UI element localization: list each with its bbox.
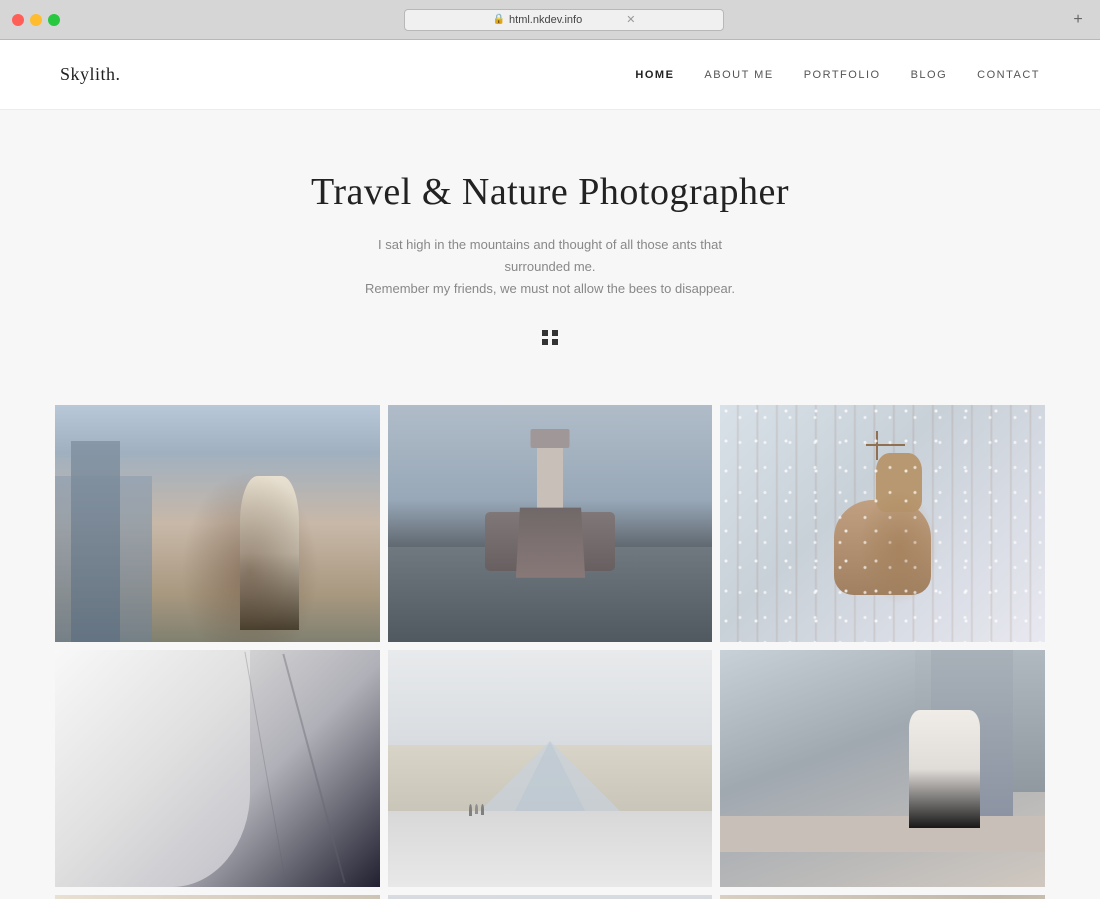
browser-chrome: 🔒 html.nkdev.info ✕ + bbox=[0, 0, 1100, 40]
grid-dot-1 bbox=[542, 330, 548, 336]
photo-item-9[interactable] bbox=[720, 895, 1045, 899]
photo-image-4 bbox=[55, 650, 380, 887]
photo-item-5[interactable] bbox=[388, 650, 713, 887]
nav-contact[interactable]: CONTACT bbox=[977, 69, 1040, 81]
photo-item-2[interactable] bbox=[388, 405, 713, 642]
grid-view-icon[interactable] bbox=[542, 330, 558, 345]
nav-links: HOME ABOUT ME PORTFOLIO BLOG CONTACT bbox=[635, 69, 1040, 81]
close-window-button[interactable] bbox=[12, 14, 24, 26]
site-wrapper: Skylith. HOME ABOUT ME PORTFOLIO BLOG CO… bbox=[0, 40, 1100, 899]
photo-item-7[interactable] bbox=[55, 895, 380, 899]
hero-subtitle: I sat high in the mountains and thought … bbox=[350, 234, 750, 300]
address-bar: 🔒 html.nkdev.info ✕ bbox=[68, 9, 1060, 31]
nav-portfolio[interactable]: PORTFOLIO bbox=[804, 69, 881, 81]
photo-item-6[interactable] bbox=[720, 650, 1045, 887]
url-text: html.nkdev.info bbox=[509, 14, 582, 26]
navigation: Skylith. HOME ABOUT ME PORTFOLIO BLOG CO… bbox=[0, 40, 1100, 110]
photo-image-6 bbox=[720, 650, 1045, 887]
nav-home[interactable]: HOME bbox=[635, 69, 674, 81]
photo-image-1 bbox=[55, 405, 380, 642]
lock-icon: 🔒 bbox=[493, 14, 505, 25]
photo-item-8[interactable] bbox=[388, 895, 713, 899]
photo-item-3[interactable] bbox=[720, 405, 1045, 642]
photo-image-9 bbox=[720, 895, 1045, 899]
maximize-window-button[interactable] bbox=[48, 14, 60, 26]
close-tab-button[interactable]: ✕ bbox=[626, 13, 635, 26]
grid-dot-4 bbox=[552, 339, 558, 345]
hero-section: Travel & Nature Photographer I sat high … bbox=[0, 110, 1100, 385]
photo-item-1[interactable] bbox=[55, 405, 380, 642]
hero-title: Travel & Nature Photographer bbox=[20, 170, 1080, 214]
photo-image-3 bbox=[720, 405, 1045, 642]
nav-blog[interactable]: BLOG bbox=[911, 69, 948, 81]
browser-viewport: Skylith. HOME ABOUT ME PORTFOLIO BLOG CO… bbox=[0, 40, 1100, 899]
nav-about[interactable]: ABOUT ME bbox=[704, 69, 773, 81]
new-tab-button[interactable]: + bbox=[1068, 10, 1088, 30]
site-logo[interactable]: Skylith. bbox=[60, 64, 635, 85]
url-input[interactable]: 🔒 html.nkdev.info ✕ bbox=[404, 9, 724, 31]
minimize-window-button[interactable] bbox=[30, 14, 42, 26]
photo-image-5 bbox=[388, 650, 713, 887]
traffic-lights bbox=[12, 14, 60, 26]
photo-item-4[interactable] bbox=[55, 650, 380, 887]
grid-dot-3 bbox=[542, 339, 548, 345]
photo-image-8 bbox=[388, 895, 713, 899]
photo-grid bbox=[0, 385, 1100, 899]
photo-image-7 bbox=[55, 895, 380, 899]
photo-image-2 bbox=[388, 405, 713, 642]
grid-dot-2 bbox=[552, 330, 558, 336]
